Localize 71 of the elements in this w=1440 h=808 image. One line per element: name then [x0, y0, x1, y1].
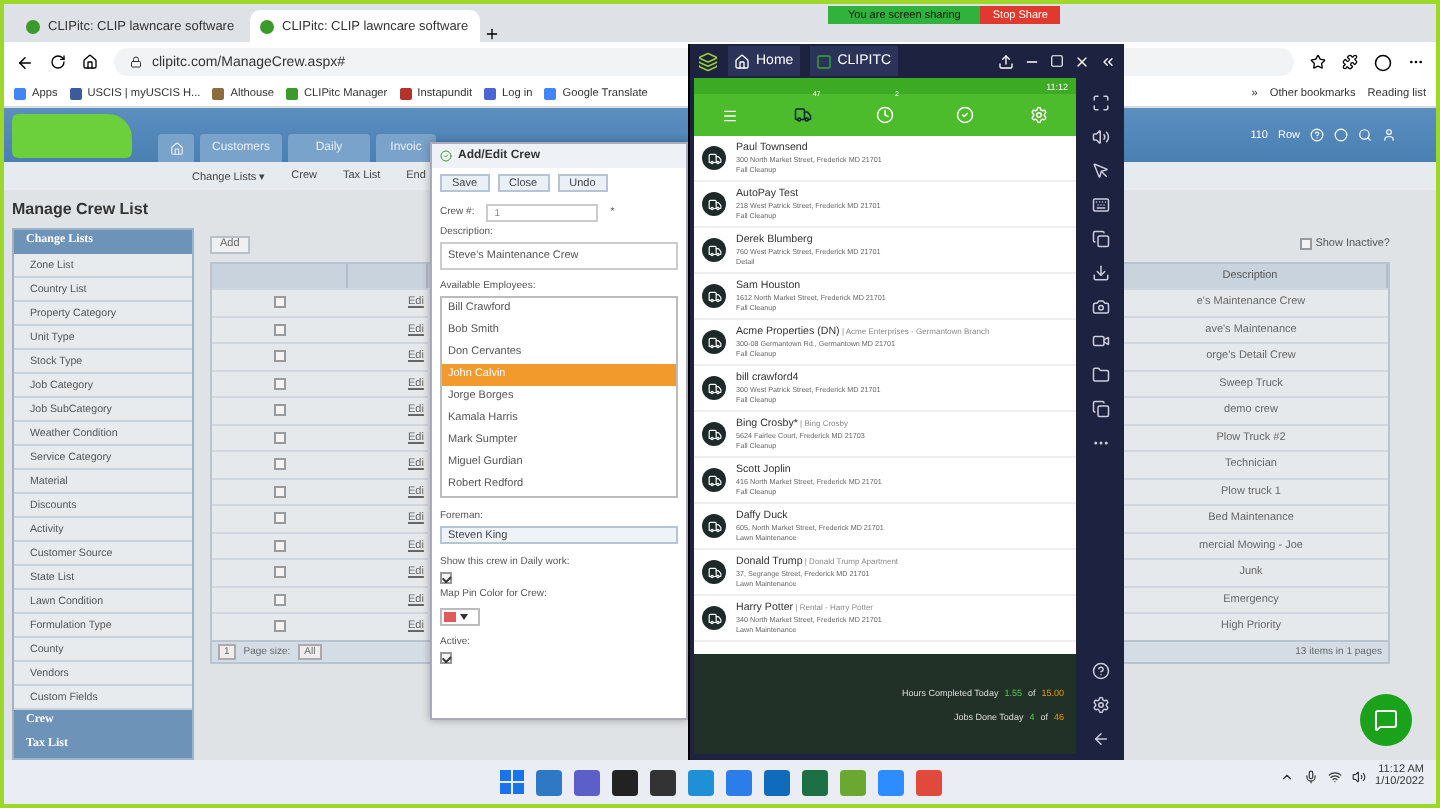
layers-icon: [698, 51, 718, 71]
search-icon[interactable]: [1358, 128, 1372, 142]
checkbox[interactable]: [274, 296, 286, 309]
back-icon[interactable]: [1091, 730, 1109, 748]
checkbox[interactable]: [274, 350, 286, 363]
checkbox[interactable]: [440, 572, 452, 584]
truck-avatar-icon: [702, 238, 726, 262]
home-icon[interactable]: [82, 54, 98, 70]
help-icon[interactable]: [1091, 662, 1109, 680]
check-icon[interactable]: [955, 106, 974, 124]
chat-icon: [1374, 708, 1398, 732]
checkbox[interactable]: [274, 377, 286, 390]
close-icon[interactable]: [1074, 53, 1090, 69]
checkbox[interactable]: [274, 458, 286, 471]
new-tab-icon[interactable]: [484, 26, 500, 42]
copy-icon[interactable]: [1091, 230, 1109, 248]
checkbox[interactable]: [440, 652, 452, 664]
keyboard-icon[interactable]: [1091, 196, 1109, 214]
app-icon: [815, 53, 832, 69]
logo-graphic: [12, 113, 132, 157]
reload-icon[interactable]: [50, 54, 66, 70]
checkbox[interactable]: [274, 539, 286, 552]
microphone-icon[interactable]: [1303, 769, 1318, 783]
page-title: Manage Crew List: [12, 200, 149, 222]
home-icon: [734, 53, 750, 69]
checkbox[interactable]: [274, 593, 286, 606]
dialog-logo-icon: [440, 150, 452, 162]
circle-icon[interactable]: [1334, 128, 1348, 142]
download-icon[interactable]: [1091, 264, 1109, 282]
truck-avatar-icon: [702, 560, 726, 584]
lock-icon: [130, 56, 142, 68]
home-icon: [169, 141, 183, 155]
truck-icon[interactable]: [794, 106, 813, 124]
truck-avatar-icon: [702, 330, 726, 354]
user-icon[interactable]: [1382, 128, 1396, 142]
star-icon[interactable]: [1310, 54, 1326, 70]
truck-avatar-icon: [702, 146, 726, 170]
checkbox[interactable]: [274, 404, 286, 417]
checkbox[interactable]: [274, 566, 286, 579]
camera-icon[interactable]: [1091, 298, 1109, 316]
checkbox[interactable]: [274, 620, 286, 633]
video-icon[interactable]: [1091, 332, 1109, 350]
truck-avatar-icon: [702, 284, 726, 308]
color-picker[interactable]: [440, 608, 480, 626]
back-icon[interactable]: [16, 53, 34, 71]
settings-icon[interactable]: [1091, 696, 1109, 714]
upload-icon[interactable]: [998, 53, 1014, 69]
truck-avatar-icon: [702, 514, 726, 538]
caret-icon: [460, 614, 468, 620]
truck-avatar-icon: [702, 468, 726, 492]
maximize-icon[interactable]: [1050, 54, 1064, 68]
folder-icon[interactable]: [1091, 366, 1109, 384]
volume-icon[interactable]: [1091, 128, 1109, 146]
checkbox[interactable]: [1299, 238, 1312, 250]
truck-avatar-icon: [702, 422, 726, 446]
pointer-icon[interactable]: [1091, 162, 1109, 180]
checkbox[interactable]: [274, 431, 286, 444]
truck-avatar-icon: [702, 192, 726, 216]
puzzle-icon[interactable]: [1342, 54, 1358, 70]
checkbox[interactable]: [274, 323, 286, 336]
collapse-icon[interactable]: [1100, 53, 1116, 69]
wifi-icon[interactable]: [1327, 769, 1342, 783]
fullscreen-icon[interactable]: [1091, 94, 1109, 112]
truck-avatar-icon: [702, 376, 726, 400]
checkbox[interactable]: [274, 512, 286, 525]
taskbar-app-icon[interactable]: [649, 769, 675, 795]
truck-avatar-icon: [702, 606, 726, 630]
checkbox[interactable]: [274, 485, 286, 498]
taskbar-app-icon[interactable]: [611, 769, 637, 795]
volume-icon[interactable]: [1351, 769, 1366, 783]
profile-icon[interactable]: [1374, 53, 1392, 71]
